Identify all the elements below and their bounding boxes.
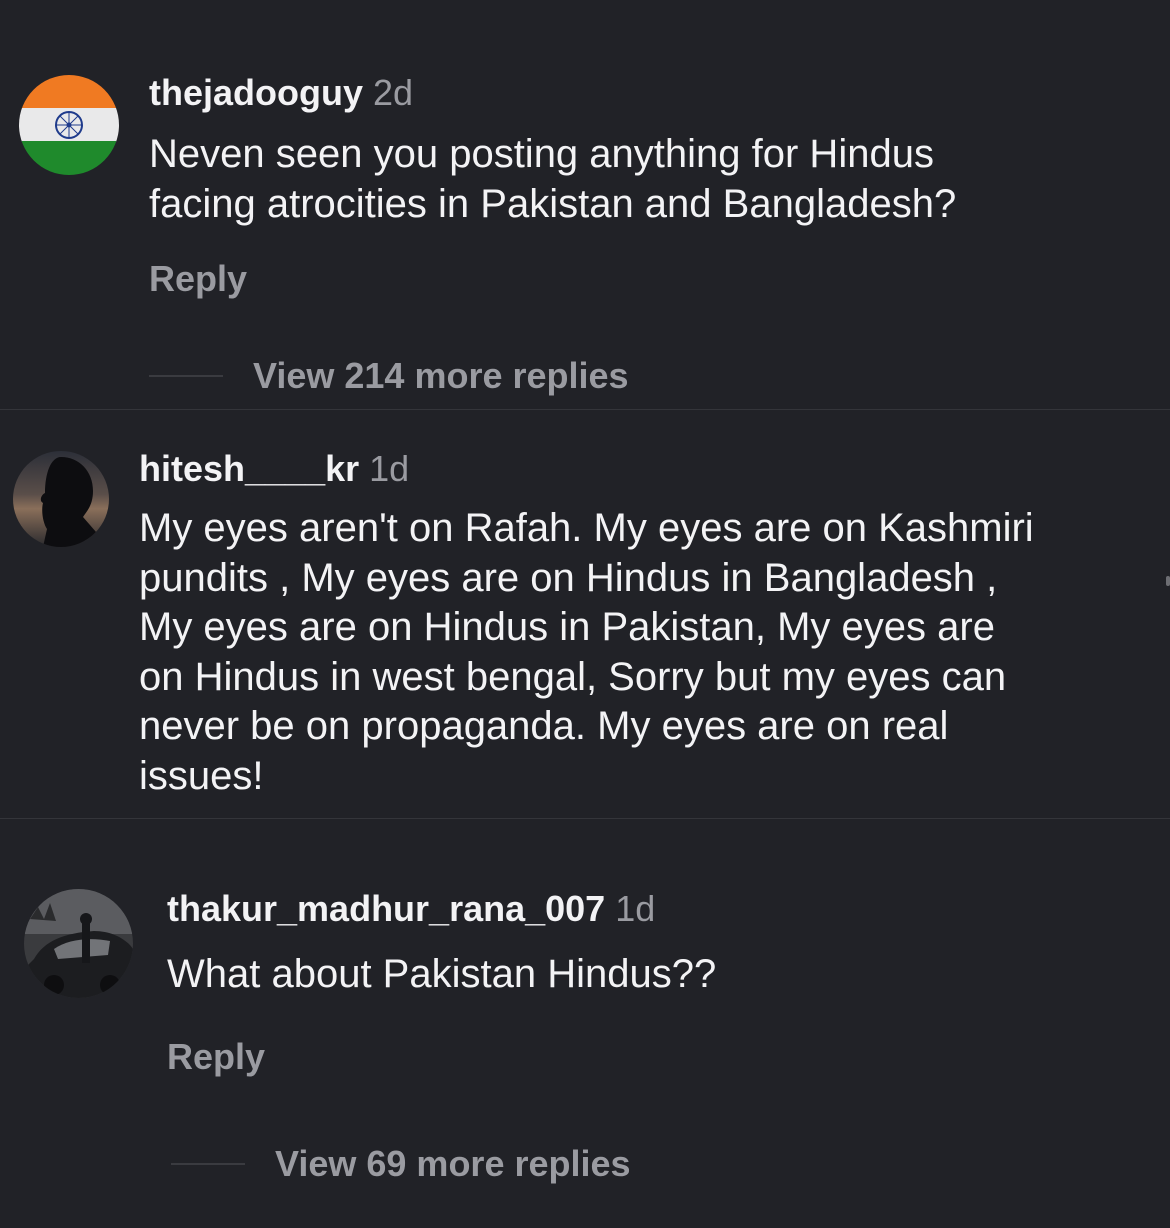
divider bbox=[0, 818, 1170, 819]
view-more-replies-button[interactable]: View 69 more replies bbox=[171, 1144, 631, 1184]
timestamp: 1d bbox=[369, 448, 410, 489]
divider bbox=[0, 409, 1170, 410]
reply-button[interactable]: Reply bbox=[167, 1037, 265, 1077]
view-more-replies-button[interactable]: View 214 more replies bbox=[149, 356, 629, 396]
username[interactable]: hitesh____kr bbox=[139, 448, 359, 489]
view-more-replies-label: View 69 more replies bbox=[275, 1143, 631, 1184]
car-photo-avatar[interactable] bbox=[24, 889, 133, 998]
view-more-replies-label: View 214 more replies bbox=[253, 355, 629, 396]
username[interactable]: thejadooguy bbox=[149, 72, 363, 113]
thread-line bbox=[171, 1163, 245, 1165]
comment-text: What about Pakistan Hindus?? bbox=[167, 952, 717, 996]
silhouette-photo-icon bbox=[13, 451, 109, 547]
india-flag-avatar[interactable] bbox=[19, 75, 119, 175]
comment-text: My eyes aren't on Rafah. My eyes are on … bbox=[139, 506, 1034, 798]
comment-header: hitesh____kr 1d bbox=[139, 449, 409, 489]
thread-line bbox=[149, 375, 223, 377]
edge-indicator bbox=[1166, 576, 1170, 586]
car-photo-icon bbox=[24, 889, 133, 998]
silhouette-avatar[interactable] bbox=[13, 451, 109, 547]
india-flag-icon bbox=[19, 75, 119, 175]
comment-header: thejadooguy 2d bbox=[149, 73, 413, 113]
reply-button[interactable]: Reply bbox=[149, 259, 247, 299]
timestamp: 1d bbox=[615, 888, 656, 929]
timestamp: 2d bbox=[373, 72, 414, 113]
comment-text: Neven seen you posting anything for Hind… bbox=[149, 132, 957, 226]
comment-header: thakur_madhur_rana_007 1d bbox=[167, 889, 655, 929]
username[interactable]: thakur_madhur_rana_007 bbox=[167, 888, 605, 929]
